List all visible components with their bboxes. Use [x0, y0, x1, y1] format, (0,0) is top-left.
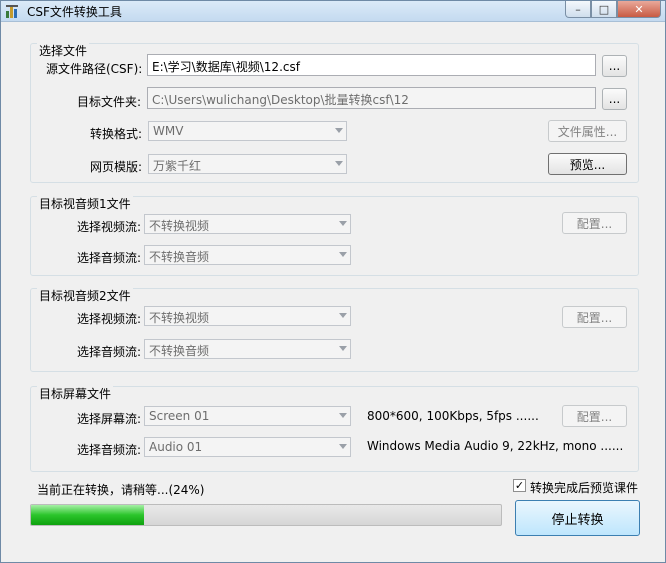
screen-config-button[interactable]: 配置... — [562, 405, 627, 427]
screen-audio-value: Audio 01 — [149, 440, 203, 454]
conversion-progress-bar — [30, 504, 502, 526]
av1-audio-value: 不转换音频 — [149, 250, 210, 264]
av2-audio-label: 选择音频流: — [77, 345, 142, 359]
av1-video-label: 选择视频流: — [77, 220, 142, 234]
group-title: 选择文件 — [37, 42, 90, 59]
file-properties-button[interactable]: 文件属性... — [548, 120, 627, 142]
stop-conversion-button[interactable]: 停止转换 — [515, 500, 640, 536]
screen-stream-value: Screen 01 — [149, 409, 210, 423]
close-button[interactable]: ✕ — [617, 1, 661, 18]
title-bar: CSF文件转换工具 – □ ✕ — [1, 1, 665, 22]
av2-audio-select[interactable]: 不转换音频 — [144, 339, 351, 359]
browse-source-button[interactable]: ... — [602, 55, 627, 77]
maximize-icon: □ — [598, 2, 610, 16]
av1-video-value: 不转换视频 — [149, 219, 210, 233]
preview-button[interactable]: 预览... — [548, 153, 627, 175]
chevron-down-icon — [339, 413, 347, 418]
minimize-icon: – — [575, 2, 581, 16]
av1-config-button[interactable]: 配置... — [562, 212, 627, 234]
preview-after-label: 转换完成后预览课件 — [530, 481, 639, 495]
progress-fill — [31, 505, 144, 525]
preview-after-checkbox[interactable]: ✓ — [513, 479, 526, 492]
source-path-input[interactable]: E:\学习\数据库\视频\12.csf — [147, 54, 596, 76]
minimize-button[interactable]: – — [565, 1, 591, 18]
maximize-button[interactable]: □ — [591, 1, 617, 18]
av2-config-button[interactable]: 配置... — [562, 306, 627, 328]
screen-group: 目标屏幕文件 — [30, 385, 639, 472]
format-select[interactable]: WMV — [148, 121, 347, 141]
group-title: 目标屏幕文件 — [37, 385, 114, 402]
chevron-down-icon — [339, 221, 347, 226]
app-icon — [6, 5, 18, 18]
status-text: 当前正在转换，请稍等...(24%) — [37, 483, 205, 497]
screen-audio-info: Windows Media Audio 9, 22kHz, mono .....… — [367, 439, 624, 453]
source-path-label: 源文件路径(CSF): — [46, 62, 143, 76]
target-folder-input[interactable]: C:\Users\wulichang\Desktop\批量转换csf\12 — [147, 87, 596, 109]
format-value: WMV — [153, 124, 184, 138]
av2-video-value: 不转换视频 — [149, 311, 210, 325]
screen-audio-select[interactable]: Audio 01 — [144, 437, 351, 457]
window-title: CSF文件转换工具 — [27, 5, 122, 19]
target-folder-label: 目标文件夹: — [77, 95, 142, 109]
browse-target-button[interactable]: ... — [602, 88, 627, 110]
template-value: 万紫千红 — [153, 159, 202, 173]
format-label: 转换格式: — [90, 127, 143, 141]
group-title: 目标视音频1文件 — [37, 195, 133, 212]
group-title: 目标视音频2文件 — [37, 287, 133, 304]
template-label: 网页模版: — [90, 160, 143, 174]
app-window: CSF文件转换工具 – □ ✕ 选择文件 源文件路径(CSF): E:\学习\数… — [0, 0, 666, 563]
checkmark-icon: ✓ — [514, 479, 525, 492]
screen-stream-info: 800*600, 100Kbps, 5fps ...... — [367, 409, 539, 423]
screen-stream-select[interactable]: Screen 01 — [144, 406, 351, 426]
av2-video-select[interactable]: 不转换视频 — [144, 306, 351, 326]
av1-audio-label: 选择音频流: — [77, 251, 142, 265]
close-icon: ✕ — [634, 2, 644, 16]
chevron-down-icon — [335, 161, 343, 166]
av1-audio-select[interactable]: 不转换音频 — [144, 245, 351, 265]
av2-audio-value: 不转换音频 — [149, 344, 210, 358]
chevron-down-icon — [339, 444, 347, 449]
chevron-down-icon — [339, 346, 347, 351]
template-select[interactable]: 万紫千红 — [148, 154, 347, 174]
chevron-down-icon — [335, 128, 343, 133]
chevron-down-icon — [339, 313, 347, 318]
screen-stream-label: 选择屏幕流: — [77, 412, 142, 426]
av2-video-label: 选择视频流: — [77, 312, 142, 326]
screen-audio-label: 选择音频流: — [77, 443, 142, 457]
chevron-down-icon — [339, 252, 347, 257]
av1-video-select[interactable]: 不转换视频 — [144, 214, 351, 234]
